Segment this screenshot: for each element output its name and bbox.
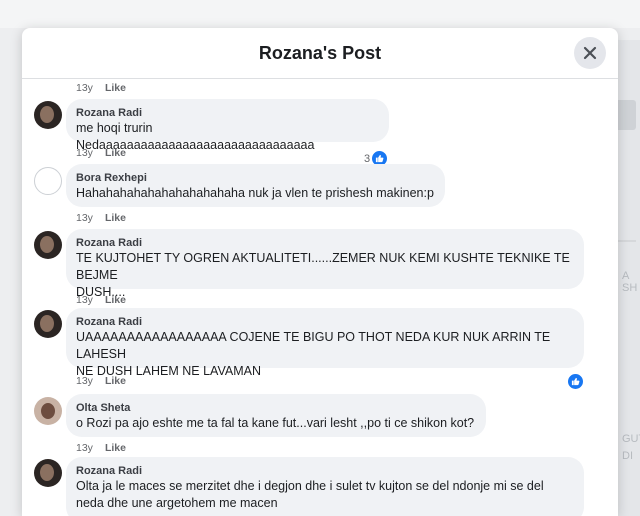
- comment-meta: 13y Like: [76, 212, 126, 224]
- comment-meta: 13y Like: [76, 375, 126, 387]
- like-button[interactable]: Like: [105, 82, 126, 94]
- comment-author[interactable]: Rozana Radi: [76, 464, 574, 478]
- comment-meta: 13y Like: [76, 294, 126, 306]
- background-text: A SH: [622, 270, 638, 294]
- comment-author[interactable]: Olta Sheta: [76, 401, 476, 415]
- avatar[interactable]: [34, 459, 62, 487]
- avatar[interactable]: [34, 231, 62, 259]
- comment-time[interactable]: 13y: [76, 294, 93, 306]
- comment-meta: 13y Like: [76, 442, 126, 454]
- like-button[interactable]: Like: [105, 147, 126, 159]
- avatar[interactable]: [34, 167, 62, 195]
- comment-meta: 13y Like: [76, 147, 126, 159]
- comment-time[interactable]: 13y: [76, 212, 93, 224]
- comment-author[interactable]: Rozana Radi: [76, 106, 379, 120]
- comment-bubble: Rozana Radi me hoqi trurin Nedaaaaaaaaaa…: [66, 99, 389, 152]
- comment-time[interactable]: 13y: [76, 442, 93, 454]
- avatar[interactable]: [34, 101, 62, 129]
- comment-text: DUSH....: [76, 285, 126, 299]
- comment-time[interactable]: 13y: [76, 375, 93, 387]
- background-topbar: [0, 0, 640, 28]
- comment-author[interactable]: Bora Rexhepi: [76, 171, 435, 185]
- background-text: GUT: [622, 433, 640, 445]
- comment-author[interactable]: Rozana Radi: [76, 236, 574, 250]
- like-button[interactable]: Like: [105, 294, 126, 306]
- dialog-title: Rozana's Post: [258, 42, 382, 63]
- comment-bubble: Olta Sheta o Rozi pa ajo eshte me ta fal…: [66, 394, 486, 437]
- comment-time[interactable]: 13y: [76, 147, 93, 159]
- comment-bubble: Rozana Radi TE KUJTOHET TY OGREN AKTUALI…: [66, 229, 584, 299]
- background-text: DI: [622, 450, 633, 462]
- post-dialog: Rozana's Post 13y Like Rozana Radi me ho…: [22, 28, 618, 516]
- close-icon: [583, 46, 597, 60]
- comment-text: o Rozi pa ajo eshte me ta fal ta kane fu…: [76, 416, 475, 430]
- comment-text: TE KUJTOHET TY OGREN AKTUALITETI......ZE…: [76, 251, 570, 282]
- reaction-number: 3: [364, 152, 371, 165]
- avatar[interactable]: [34, 310, 62, 338]
- like-button[interactable]: Like: [105, 212, 126, 224]
- avatar[interactable]: [34, 397, 62, 425]
- comment-bubble: Rozana Radi Olta ja le maces se merzitet…: [66, 457, 584, 516]
- comment-time[interactable]: 13y: [76, 82, 93, 94]
- comment-meta: 13y Like: [76, 82, 126, 94]
- comments-list: 13y Like Rozana Radi me hoqi trurin Neda…: [22, 80, 618, 516]
- comment-text: Hahahahahahahahahahahaha nuk ja vlen te …: [76, 186, 434, 200]
- comment-text: Olta ja le maces se merzitet dhe i degjo…: [76, 479, 544, 493]
- comment-bubble: Rozana Radi UAAAAAAAAAAAAAAAAA COJENE TE…: [66, 308, 584, 378]
- comment-author[interactable]: Rozana Radi: [76, 315, 574, 329]
- close-button[interactable]: [574, 37, 606, 69]
- thumbs-up-icon: [568, 374, 583, 389]
- dialog-header: Rozana's Post: [22, 28, 618, 79]
- comment-bubble: Bora Rexhepi Hahahahahahahahahahahaha nu…: [66, 164, 445, 207]
- comment-text: NE DUSH LAHEM NE LAVAMAN: [76, 364, 261, 378]
- reaction-count[interactable]: [568, 374, 583, 389]
- like-button[interactable]: Like: [105, 375, 126, 387]
- like-button[interactable]: Like: [105, 442, 126, 454]
- comment-text: neda dhe une argetohem me macen: [76, 496, 278, 510]
- comment-text: UAAAAAAAAAAAAAAAAA COJENE TE BIGU PO THO…: [76, 330, 551, 361]
